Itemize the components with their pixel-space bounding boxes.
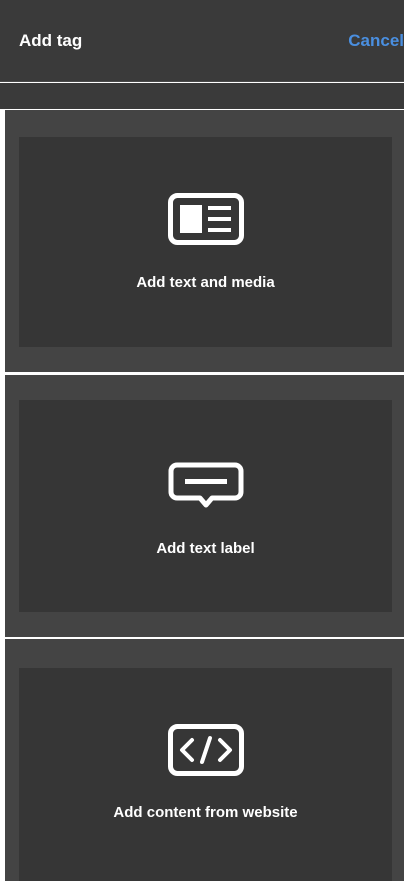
add-website-content-label: Add content from website: [113, 804, 298, 821]
option-panel-website: Add content from website: [5, 639, 404, 881]
add-text-media-card[interactable]: Add text and media: [19, 137, 392, 347]
header-subbar: [0, 83, 404, 109]
text-label-icon: [168, 462, 244, 514]
add-tag-dialog: Add tag Cancel Add text and media Add te…: [0, 0, 404, 881]
dialog-title: Add tag: [19, 31, 83, 50]
cancel-button[interactable]: Cancel: [348, 31, 404, 51]
option-panel-text-media: Add text and media: [5, 110, 404, 372]
add-text-label-card[interactable]: Add text label: [19, 400, 392, 612]
text-media-icon: [167, 193, 244, 245]
code-icon: [167, 724, 244, 776]
add-website-content-card[interactable]: Add content from website: [19, 668, 392, 881]
add-text-media-label: Add text and media: [136, 274, 275, 291]
header: Add tag Cancel: [0, 0, 404, 82]
add-text-label-label: Add text label: [156, 540, 255, 557]
option-panel-text-label: Add text label: [5, 375, 404, 637]
